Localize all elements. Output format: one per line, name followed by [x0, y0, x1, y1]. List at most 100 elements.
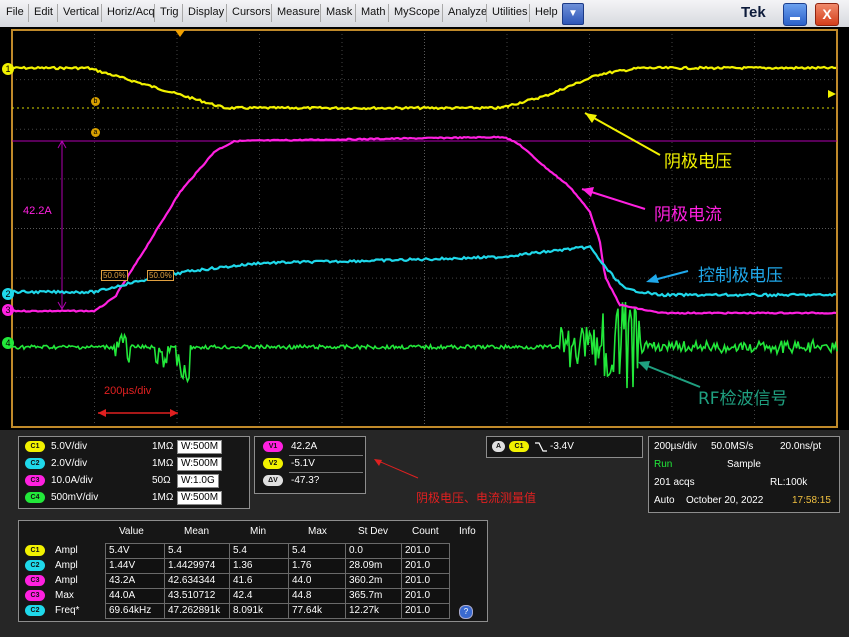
menu-utilities[interactable]: Utilities [492, 6, 527, 18]
acq-count: 201 acqs [654, 477, 695, 488]
ch4-scale[interactable]: 500mV/div [51, 492, 98, 503]
menu-math[interactable]: Math [361, 6, 385, 18]
table-row[interactable]: C3 Max 44.0A 43.510712 42.4 44.8 365.7m 201.0 [19, 588, 487, 604]
annotation-grid-voltage: 控制极电压 [698, 266, 783, 286]
cursor-readout-panel[interactable]: V1 42.2A V2 -5.1V ΔV -47.3? [254, 436, 366, 494]
divider [289, 472, 363, 473]
ch4-bandwidth: W:500M [177, 491, 223, 505]
row-measure-name: Ampl [55, 560, 78, 571]
waveform-display[interactable]: 1 2 3 4 b a 42.2A 50.0% 50.0% 200µs/div … [0, 27, 849, 430]
menu-separator [182, 4, 183, 22]
waveform-graticule [11, 29, 838, 428]
row-channel-badge: C1 [25, 545, 45, 556]
ch1-bandwidth: W:500M [177, 440, 223, 454]
menu-cursors[interactable]: Cursors [232, 6, 271, 18]
table-row[interactable]: C3 Ampl 43.2A 42.634344 41.6 44.0 360.2m 201.0 [19, 573, 487, 589]
table-row[interactable]: C2 Ampl 1.44V 1.4429974 1.36 1.76 28.09m 201.0 [19, 558, 487, 574]
cell-mean: 47.262891k [164, 603, 230, 619]
menu-help[interactable]: Help [535, 6, 558, 18]
acquisition-panel[interactable]: 200µs/div 50.0MS/s 20.0ns/pt Run Sample … [648, 436, 840, 513]
annotation-arrow-cathode-voltage [584, 112, 661, 156]
menu-separator [355, 4, 356, 22]
ch2-scale[interactable]: 2.0V/div [51, 458, 87, 469]
ch1-scale[interactable]: 5.0V/div [51, 441, 87, 452]
menu-measure[interactable]: Measure [277, 6, 320, 18]
cell-mean: 43.510712 [164, 588, 230, 604]
arrow-head-icon [646, 274, 659, 283]
menu-vertical[interactable]: Vertical [63, 6, 99, 18]
menu-mask[interactable]: Mask [326, 6, 352, 18]
menu-file[interactable]: File [6, 6, 24, 18]
menu-separator [57, 4, 58, 22]
menu-dropdown-button[interactable]: ▼ [562, 3, 584, 25]
table-row[interactable]: C1 Ampl 5.4V 5.4 5.4 5.4 0.0 201.0 [19, 543, 487, 559]
menu-trig[interactable]: Trig [160, 6, 179, 18]
note-arrow [374, 459, 419, 479]
cell-count: 201.0 [401, 558, 450, 574]
acq-mode: Sample [727, 459, 761, 470]
cell-min: 8.091k [229, 603, 289, 619]
menu-display[interactable]: Display [188, 6, 224, 18]
cell-value: 1.44V [105, 558, 165, 574]
ch4-impedance: 1MΩ [152, 492, 174, 503]
ch3-bandwidth: W:1.0G [177, 474, 219, 488]
menu-analyze[interactable]: Analyze [448, 6, 487, 18]
menu-separator [388, 4, 389, 22]
row-measure-name: Ampl [55, 575, 78, 586]
ch3-scale[interactable]: 10.0A/div [51, 475, 93, 486]
measurement-table[interactable]: Value Mean Min Max St Dev Count Info C1 A… [18, 520, 488, 622]
ref-marker-a: a [91, 128, 100, 137]
cell-count: 201.0 [401, 603, 450, 619]
col-header-max: Max [308, 526, 327, 537]
crossing-label-1: 50.0% [101, 270, 128, 281]
ch2-marker[interactable]: 2 [2, 288, 14, 300]
table-row[interactable]: C2 Freq* 69.64kHz 47.262891k 8.091k 77.64k 12.… [19, 603, 487, 619]
menu-edit[interactable]: Edit [34, 6, 53, 18]
cursor-delta-label: 42.2A [23, 205, 52, 217]
cell-stdev: 365.7m [345, 588, 402, 604]
ch4-marker[interactable]: 4 [2, 337, 14, 349]
cell-max: 44.0 [288, 573, 346, 589]
cursor-v1-value: 42.2A [291, 441, 318, 452]
col-header-stdev: St Dev [358, 526, 389, 537]
acq-sample-rate: 50.0MS/s [711, 441, 754, 452]
menu-myscope[interactable]: MyScope [394, 6, 440, 18]
cursor-v2-value: -5.1V [291, 458, 315, 469]
cursor-delta-value: -47.3? [291, 475, 320, 486]
ch4-badge[interactable]: C4 [25, 492, 45, 503]
info-icon[interactable]: ? [459, 605, 473, 619]
ch2-bandwidth: W:500M [177, 457, 223, 471]
cell-max: 1.76 [288, 558, 346, 574]
row-channel-badge: C2 [25, 605, 45, 616]
acq-run-state[interactable]: Run [654, 459, 672, 470]
row-measure-name: Ampl [55, 545, 78, 556]
cell-mean: 5.4 [164, 543, 230, 559]
trigger-source-badge: C1 [509, 441, 529, 452]
cursor-note: 阴极电压、电流测量值 [416, 491, 537, 505]
trigger-panel[interactable]: A C1 -3.4V [486, 436, 643, 458]
ch1-marker[interactable]: 1 [2, 63, 14, 75]
row-channel-badge: C3 [25, 590, 45, 601]
acq-date: October 20, 2022 [686, 495, 764, 506]
menu-horiz-acq[interactable]: Horiz/Acq [107, 6, 155, 18]
timebase-annotation: 200µs/div [104, 385, 152, 397]
close-button[interactable]: X [815, 3, 839, 26]
menu-separator [320, 4, 321, 22]
cell-min: 42.4 [229, 588, 289, 604]
ch1-badge[interactable]: C1 [25, 441, 45, 452]
cursor-delta-badge: ΔV [263, 475, 283, 486]
channel-settings-panel[interactable]: C1 5.0V/div 1MΩ W:500M C2 2.0V/div 1MΩ W… [18, 436, 250, 509]
ch2-badge[interactable]: C2 [25, 458, 45, 469]
ch3-badge[interactable]: C3 [25, 475, 45, 486]
minimize-icon [790, 17, 800, 20]
cell-value: 69.64kHz [105, 603, 165, 619]
minimize-button[interactable] [783, 3, 807, 26]
cell-mean: 1.4429974 [164, 558, 230, 574]
cell-mean: 42.634344 [164, 573, 230, 589]
ch3-marker[interactable]: 3 [2, 304, 14, 316]
col-header-min: Min [250, 526, 267, 537]
annotation-cathode-current: 阴极电流 [654, 205, 722, 225]
acq-resolution: 20.0ns/pt [780, 441, 822, 452]
acq-record-length: RL:100k [770, 477, 808, 488]
cell-value: 43.2A [105, 573, 165, 589]
